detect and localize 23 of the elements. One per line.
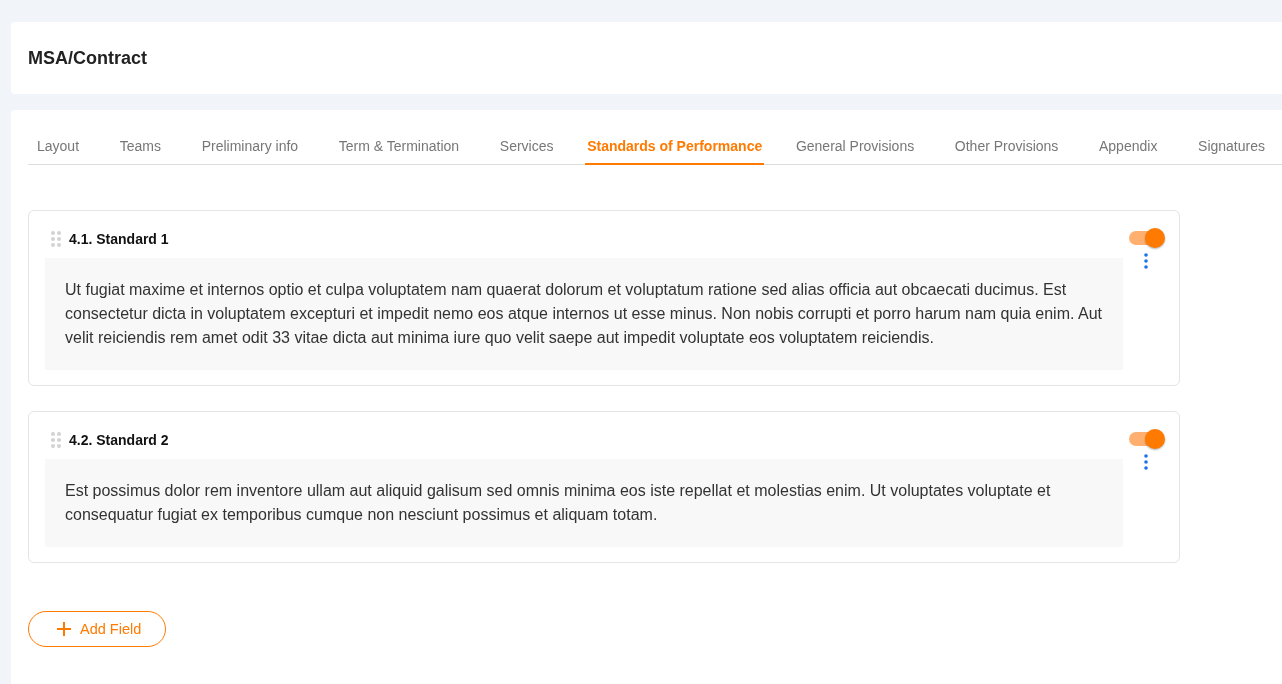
field-text: Ut fugiat maxime et internos optio et culpa voluptatem nam quaerat dolorum et voluptatum ratione sed alias officia aut obcaecati ducimus. Est consectetur dicta in voluptatem excepturi et impedit nemo eos atque internos ut esse minus. Non nobis corrupti et porro harum nam quia enim. Aut velit reiciendis rem amet odit 33 vitae dicta aut minima iure quo velit saepe aut impedit voluptate eos voluptatem reiciendis. — [65, 280, 1103, 348]
tab[interactable]: Other Provisions — [945, 128, 1068, 165]
tab[interactable]: Teams — [110, 128, 170, 165]
tab[interactable]: Standards of Performance — [585, 128, 765, 165]
tab[interactable]: Term & Termination — [329, 128, 469, 165]
more-options-icon[interactable] — [1144, 454, 1148, 470]
field-title: 4.1. Standard 1 — [69, 231, 169, 247]
tab[interactable]: Preliminary info — [192, 128, 308, 165]
page-title: MSA/Contract — [28, 47, 147, 69]
field-text: Est possimus dolor rem inventore ullam aut aliquid galisum sed omnis minima eos iste repellat et molestias enim. Ut voluptates voluptate et consequatur fugiat ex temporibus cumque non nesciunt possimus et aliquam totam. — [65, 481, 1052, 525]
tab[interactable]: Appendix — [1090, 128, 1167, 165]
plus-icon — [57, 622, 71, 636]
tab[interactable]: General Provisions — [786, 128, 924, 165]
more-options-icon[interactable] — [1144, 253, 1148, 269]
add-field-button[interactable]: Add Field — [28, 611, 167, 647]
drag-handle-icon[interactable] — [51, 231, 61, 247]
tab[interactable]: Signatures — [1189, 128, 1274, 165]
tab[interactable]: Layout — [28, 128, 89, 165]
field-title: 4.2. Standard 2 — [69, 432, 169, 448]
toggle-switch[interactable] — [1129, 231, 1163, 245]
toggle-switch[interactable] — [1129, 432, 1163, 446]
tab[interactable]: Services — [490, 128, 563, 165]
drag-handle-icon[interactable] — [51, 432, 61, 448]
